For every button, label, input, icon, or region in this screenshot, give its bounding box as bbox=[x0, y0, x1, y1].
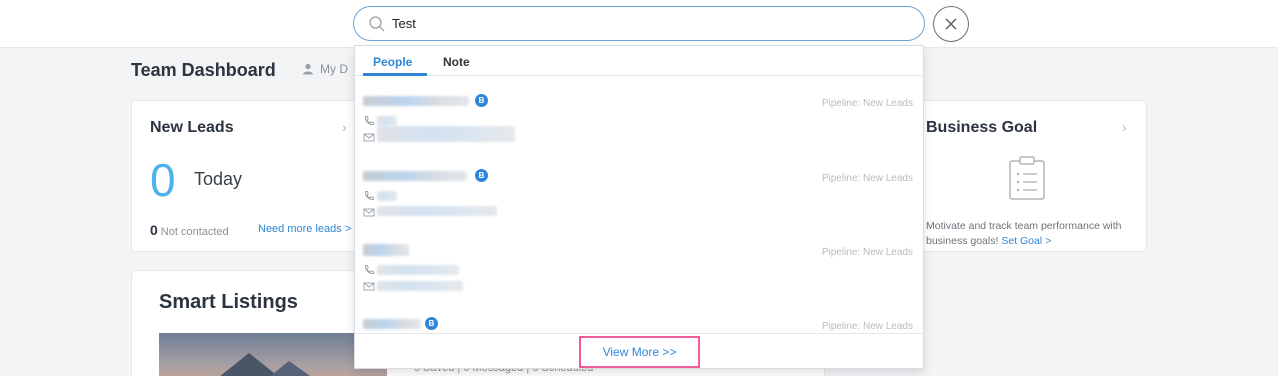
chevron-right-icon[interactable]: › bbox=[1122, 119, 1127, 135]
search-icon bbox=[369, 16, 385, 32]
close-search-button[interactable] bbox=[933, 6, 969, 42]
lead-badge: B bbox=[425, 317, 438, 330]
email-icon bbox=[363, 208, 375, 217]
my-dashboard-label: My D bbox=[320, 62, 348, 76]
clipboard-icon bbox=[1009, 156, 1045, 200]
smart-listings-title: Smart Listings bbox=[159, 291, 298, 313]
redacted-email bbox=[377, 281, 463, 291]
business-goal-description: Motivate and track team performance with… bbox=[926, 219, 1136, 249]
redacted-email bbox=[377, 126, 515, 142]
lead-badge: B bbox=[475, 169, 488, 182]
email-icon bbox=[363, 282, 375, 291]
result-item[interactable]: B Pipeline: New Leads bbox=[363, 169, 915, 239]
pipeline-label: Pipeline: New Leads bbox=[821, 321, 913, 332]
new-leads-period: Today bbox=[194, 169, 243, 189]
phone-icon bbox=[365, 116, 374, 125]
business-goal-title: Business Goal bbox=[926, 119, 1038, 136]
lead-badge: B bbox=[475, 94, 488, 107]
email-icon bbox=[363, 133, 375, 142]
user-icon bbox=[303, 63, 313, 75]
tab-people[interactable]: People bbox=[373, 55, 412, 69]
chevron-right-icon[interactable]: › bbox=[342, 119, 347, 135]
result-item[interactable]: B Pipeline: New Leads bbox=[363, 94, 915, 164]
search-box[interactable] bbox=[353, 6, 925, 41]
redacted-name bbox=[363, 171, 467, 181]
phone-icon bbox=[365, 265, 374, 274]
result-item[interactable]: B Pipeline: New Leads bbox=[363, 317, 915, 332]
view-more-button[interactable]: View More >> bbox=[579, 336, 700, 368]
close-icon bbox=[945, 18, 957, 30]
new-leads-card[interactable]: New Leads › 0 Today 0 Not contacted Need … bbox=[131, 100, 361, 252]
tab-note[interactable]: Note bbox=[443, 55, 470, 69]
result-tabs: People Note bbox=[355, 46, 923, 76]
house-image bbox=[220, 353, 311, 376]
business-goal-card[interactable]: Business Goal › Motivate and track team … bbox=[907, 100, 1147, 252]
result-item[interactable]: Pipeline: New Leads bbox=[363, 243, 915, 313]
pipeline-label: Pipeline: New Leads bbox=[821, 98, 913, 109]
need-more-leads-link[interactable]: Need more leads > bbox=[258, 223, 351, 235]
not-contacted-count: 0 bbox=[150, 222, 158, 238]
my-dashboard-link[interactable]: My D bbox=[302, 62, 348, 76]
active-tab-indicator bbox=[363, 73, 427, 76]
phone-icon bbox=[365, 191, 374, 200]
redacted-phone bbox=[377, 191, 397, 201]
pipeline-label: Pipeline: New Leads bbox=[821, 173, 913, 184]
top-bar bbox=[0, 0, 1278, 48]
listing-photo[interactable] bbox=[159, 333, 387, 376]
set-goal-link[interactable]: Set Goal > bbox=[1001, 235, 1051, 247]
redacted-email bbox=[377, 206, 497, 216]
redacted-name bbox=[363, 96, 469, 106]
new-leads-count: 0 bbox=[150, 154, 176, 206]
redacted-phone bbox=[377, 116, 397, 126]
not-contacted: 0 Not contacted bbox=[150, 222, 229, 238]
new-leads-title: New Leads bbox=[150, 119, 234, 136]
search-results-dropdown: People Note B Pipeline: New Leads B Pipe… bbox=[354, 45, 924, 369]
redacted-phone bbox=[377, 265, 459, 275]
redacted-name bbox=[363, 319, 421, 329]
pipeline-label: Pipeline: New Leads bbox=[821, 247, 913, 258]
page-title: Team Dashboard bbox=[131, 60, 276, 80]
view-more-row: View More >> bbox=[355, 333, 923, 369]
redacted-name bbox=[363, 244, 409, 256]
not-contacted-label: Not contacted bbox=[160, 226, 229, 238]
search-input[interactable] bbox=[392, 11, 892, 36]
